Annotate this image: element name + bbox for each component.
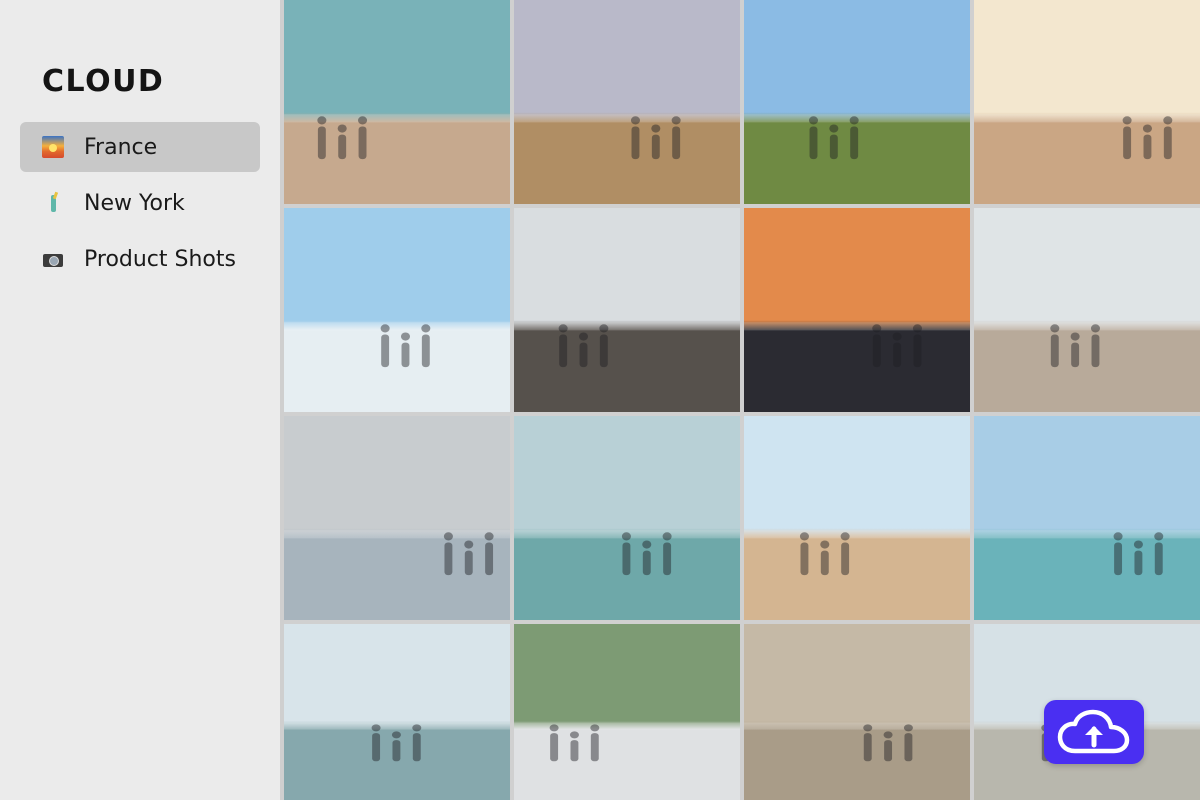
- photo-tile[interactable]: [514, 0, 740, 204]
- app-brand: CLOUD: [42, 64, 165, 99]
- photo-tile[interactable]: [284, 624, 510, 800]
- sidebar-item-label: Product Shots: [84, 246, 236, 272]
- album-nav: France New York Product Shots: [20, 122, 260, 290]
- photo-grid: [284, 0, 1200, 800]
- photo-thumbnail: [284, 624, 510, 800]
- photo-tile[interactable]: [514, 208, 740, 412]
- sidebar-item-product-shots[interactable]: Product Shots: [20, 234, 260, 284]
- photo-thumbnail: [514, 416, 740, 620]
- photo-thumbnail: [974, 0, 1200, 204]
- photo-tile[interactable]: [284, 416, 510, 620]
- photo-thumbnail: [284, 0, 510, 204]
- photo-tile[interactable]: [744, 624, 970, 800]
- camera-icon: [42, 248, 64, 270]
- photo-tile[interactable]: [744, 416, 970, 620]
- sidebar-item-new-york[interactable]: New York: [20, 178, 260, 228]
- photo-tile[interactable]: [974, 416, 1200, 620]
- photo-thumbnail: [744, 416, 970, 620]
- photo-tile[interactable]: [514, 624, 740, 800]
- sidebar-item-france[interactable]: France: [20, 122, 260, 172]
- photo-tile[interactable]: [744, 208, 970, 412]
- photo-thumbnail: [284, 416, 510, 620]
- cloud-upload-icon: [1057, 709, 1130, 754]
- photo-tile[interactable]: [744, 0, 970, 204]
- photo-thumbnail: [514, 208, 740, 412]
- photo-tile[interactable]: [284, 0, 510, 204]
- photo-tile[interactable]: [284, 208, 510, 412]
- photo-thumbnail: [744, 624, 970, 800]
- upload-button[interactable]: [1044, 700, 1144, 764]
- photo-thumbnail: [744, 208, 970, 412]
- photo-tile[interactable]: [974, 0, 1200, 204]
- photo-thumbnail: [514, 624, 740, 800]
- photo-thumbnail: [284, 208, 510, 412]
- photo-tile[interactable]: [514, 416, 740, 620]
- photo-thumbnail: [974, 208, 1200, 412]
- sidebar: CLOUD France New York Product Shots: [0, 0, 280, 800]
- sidebar-item-label: France: [84, 134, 158, 160]
- photo-tile[interactable]: [974, 208, 1200, 412]
- photo-thumbnail: [514, 0, 740, 204]
- photo-thumbnail: [744, 0, 970, 204]
- photo-thumbnail: [974, 416, 1200, 620]
- statue-of-liberty-icon: [42, 192, 64, 214]
- sunset-icon: [42, 136, 64, 158]
- sidebar-item-label: New York: [84, 190, 185, 216]
